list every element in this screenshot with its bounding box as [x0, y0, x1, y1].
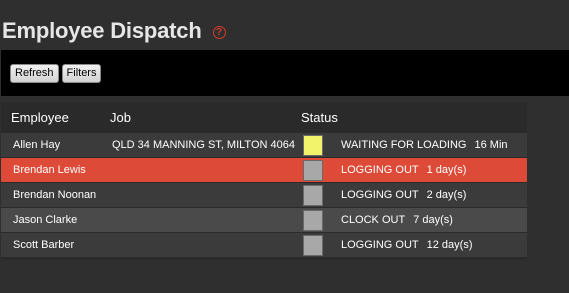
status-text: CLOCK OUT 7 day(s): [341, 214, 453, 226]
page-header: Employee Dispatch ?: [2, 18, 226, 44]
status-label: CLOCK OUT: [341, 214, 406, 226]
employee-name: Brendan Lewis: [13, 164, 86, 176]
status-text: LOGGING OUT 1 day(s): [341, 164, 466, 176]
filters-button[interactable]: Filters: [61, 63, 102, 83]
status-color-swatch: [303, 135, 323, 156]
employee-name: Scott Barber: [13, 239, 75, 251]
table-row[interactable]: Brendan Noonan LOGGING OUT 2 day(s): [1, 183, 527, 207]
status-label: LOGGING OUT: [341, 239, 419, 251]
status-duration: 16 Min: [474, 139, 508, 151]
dispatch-table: Employee Job Status Allen Hay QLD 34 MAN…: [1, 102, 527, 260]
status-color-swatch: [303, 235, 323, 256]
status-duration: 1 day(s): [426, 164, 467, 176]
status-label: LOGGING OUT: [341, 189, 419, 201]
column-header-employee[interactable]: Employee: [11, 110, 69, 125]
status-duration: 7 day(s): [413, 214, 453, 226]
question-circle-icon[interactable]: ?: [212, 26, 226, 39]
column-header-status[interactable]: Status: [301, 110, 338, 125]
table-row[interactable]: Scott Barber LOGGING OUT 12 day(s): [1, 233, 527, 257]
status-label: WAITING FOR LOADING: [341, 139, 467, 151]
table-row[interactable]: Brendan Lewis LOGGING OUT 1 day(s): [1, 158, 527, 182]
employee-name: Jason Clarke: [13, 214, 78, 226]
employee-name: Allen Hay: [13, 139, 61, 151]
table-body: Allen Hay QLD 34 MANNING ST, MILTON 4064…: [1, 133, 527, 258]
status-text: WAITING FOR LOADING 16 Min: [341, 139, 508, 151]
status-text: LOGGING OUT 2 day(s): [341, 189, 466, 201]
status-duration: 12 day(s): [426, 239, 473, 251]
status-color-swatch: [303, 160, 323, 181]
status-label: LOGGING OUT: [341, 164, 419, 176]
table-row[interactable]: Jason Clarke CLOCK OUT 7 day(s): [1, 208, 527, 232]
refresh-button[interactable]: Refresh: [10, 63, 59, 83]
table-header: Employee Job Status: [1, 102, 527, 132]
page-title: Employee Dispatch: [2, 18, 202, 43]
status-duration: 2 day(s): [426, 189, 467, 201]
column-header-job[interactable]: Job: [110, 110, 131, 125]
table-row[interactable]: Allen Hay QLD 34 MANNING ST, MILTON 4064…: [1, 133, 527, 157]
job-address: QLD 34 MANNING ST, MILTON 4064: [112, 139, 295, 151]
status-color-swatch: [303, 185, 323, 206]
status-color-swatch: [303, 210, 323, 231]
status-text: LOGGING OUT 12 day(s): [341, 239, 472, 251]
employee-name: Brendan Noonan: [13, 189, 97, 201]
toolbar: Refresh Filters: [1, 50, 569, 96]
